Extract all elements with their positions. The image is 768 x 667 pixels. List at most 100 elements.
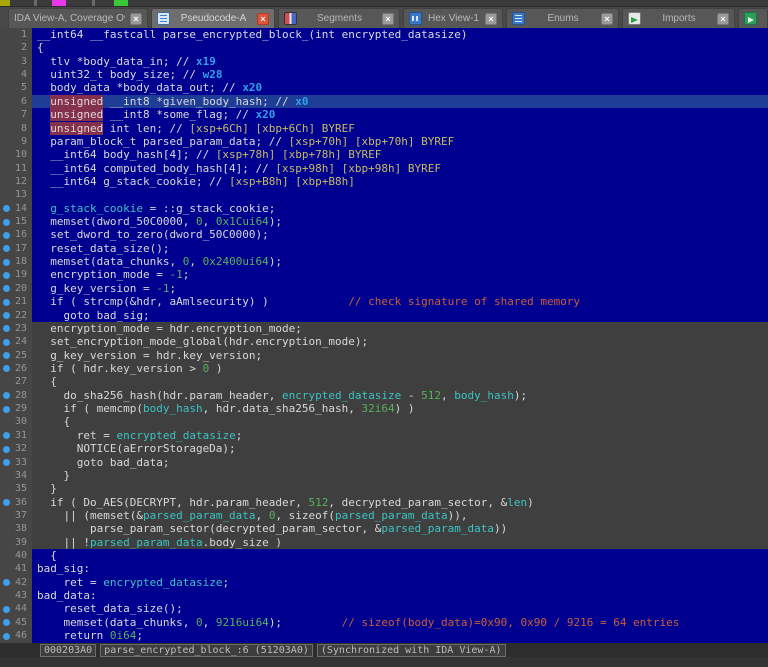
- code-line[interactable]: 40 {: [0, 549, 768, 563]
- code-text[interactable]: param_block_t parsed_param_data; // [xsp…: [32, 134, 768, 149]
- code-line[interactable]: 38 parse_param_sector(decrypted_param_se…: [0, 522, 768, 536]
- code-text[interactable]: __int64 __fastcall parse_encrypted_block…: [32, 28, 768, 42]
- code-line[interactable]: 10 __int64 body_hash[4]; // [xsp+78h] [x…: [0, 148, 768, 162]
- code-line[interactable]: 23 encryption_mode = hdr.encryption_mode…: [0, 321, 768, 336]
- code-line[interactable]: 45 memset(data_chunks, 0, 9216ui64); // …: [0, 615, 768, 630]
- code-line[interactable]: 41 bad_sig:: [0, 562, 768, 576]
- code-line[interactable]: 16 set_dword_to_zero(dword_50C0000);: [0, 228, 768, 242]
- code-text[interactable]: goto bad_sig;: [32, 308, 768, 322]
- code-text[interactable]: memset(data_chunks, 0, 0x2400ui64);: [32, 255, 768, 269]
- code-text[interactable]: tlv *body_data_in; // x19: [32, 54, 768, 69]
- code-text[interactable]: if ( hdr.key_version > 0 ): [32, 361, 768, 376]
- navband-segment-olive[interactable]: [0, 0, 10, 6]
- code-line[interactable]: 28 do_sha256_hash(hdr.param_header, encr…: [0, 388, 768, 403]
- tab-partial[interactable]: [738, 8, 768, 28]
- code-text[interactable]: bad_data:: [32, 589, 768, 603]
- code-line[interactable]: 27 {: [0, 375, 768, 389]
- code-line[interactable]: 24 set_encryption_mode_global(hdr.encryp…: [0, 335, 768, 349]
- code-text[interactable]: || !parsed_param_data.body_size ): [32, 535, 768, 550]
- code-line[interactable]: 9 param_block_t parsed_param_data; // [x…: [0, 134, 768, 149]
- code-line[interactable]: 30 {: [0, 415, 768, 429]
- code-line[interactable]: 8 unsigned int len; // [xsp+6Ch] [xbp+6C…: [0, 121, 768, 135]
- code-line[interactable]: 5 body_data *body_data_out; // x20: [0, 81, 768, 95]
- code-text[interactable]: return 0i64;: [32, 629, 768, 643]
- tab-hex-view-1[interactable]: Hex View-1 ×: [403, 8, 503, 28]
- code-text[interactable]: ret = encrypted_datasize;: [32, 428, 768, 443]
- code-text[interactable]: if ( memcmp(body_hash, hdr.data_sha256_h…: [32, 402, 768, 416]
- code-text[interactable]: body_data *body_data_out; // x20: [32, 81, 768, 95]
- code-line[interactable]: 39 || !parsed_param_data.body_size ): [0, 535, 768, 550]
- code-text[interactable]: set_dword_to_zero(dword_50C0000);: [32, 228, 768, 242]
- code-line[interactable]: 26 if ( hdr.key_version > 0 ): [0, 361, 768, 376]
- tab-imports[interactable]: Imports ×: [622, 8, 735, 28]
- code-line[interactable]: 42 ret = encrypted_datasize;: [0, 575, 768, 590]
- code-text[interactable]: {: [32, 415, 768, 429]
- code-text[interactable]: bad_sig:: [32, 562, 768, 576]
- tab-close-button[interactable]: ×: [382, 12, 394, 25]
- code-line[interactable]: 33 goto bad_data;: [0, 455, 768, 469]
- code-line[interactable]: 29 if ( memcmp(body_hash, hdr.data_sha25…: [0, 402, 768, 416]
- nav-band[interactable]: [0, 0, 768, 7]
- code-line[interactable]: 17 reset_data_size();: [0, 241, 768, 256]
- navband-segment-magenta[interactable]: [52, 0, 66, 6]
- code-text[interactable]: if ( Do_AES(DECRYPT, hdr.param_header, 5…: [32, 495, 768, 509]
- tab-close-button[interactable]: ×: [601, 12, 613, 25]
- code-text[interactable]: g_key_version = hdr.key_version;: [32, 348, 768, 362]
- code-line[interactable]: 34 }: [0, 468, 768, 483]
- tab-close-button[interactable]: ×: [485, 12, 497, 25]
- code-line[interactable]: 15 memset(dword_50C0000, 0, 0x1Cui64);: [0, 215, 768, 229]
- code-line[interactable]: 25 g_key_version = hdr.key_version;: [0, 348, 768, 362]
- code-line[interactable]: 31 ret = encrypted_datasize;: [0, 428, 768, 443]
- code-text[interactable]: || (memset(&parsed_param_data, 0, sizeof…: [32, 508, 768, 523]
- code-line[interactable]: 36 if ( Do_AES(DECRYPT, hdr.param_header…: [0, 495, 768, 509]
- code-text[interactable]: reset_data_size();: [32, 241, 768, 256]
- code-text[interactable]: }: [32, 482, 768, 496]
- code-line[interactable]: 12 __int64 g_stack_cookie; // [xsp+B8h] …: [0, 174, 768, 189]
- code-text[interactable]: {: [32, 41, 768, 55]
- code-line[interactable]: 6 unsigned __int8 *given_body_hash; // x…: [0, 94, 768, 109]
- code-text[interactable]: {: [32, 549, 768, 563]
- code-line[interactable]: 13: [0, 188, 768, 202]
- tab-enums[interactable]: Enums ×: [506, 8, 619, 28]
- code-line[interactable]: 2{: [0, 41, 768, 55]
- code-text[interactable]: __int64 computed_body_hash[4]; // [xsp+9…: [32, 161, 768, 175]
- code-line[interactable]: 7 unsigned __int8 *some_flag; // x20: [0, 108, 768, 122]
- code-text[interactable]: memset(dword_50C0000, 0, 0x1Cui64);: [32, 215, 768, 229]
- code-line[interactable]: 3 tlv *body_data_in; // x19: [0, 54, 768, 69]
- tab-close-button[interactable]: ×: [257, 12, 269, 25]
- code-text[interactable]: parse_param_sector(decrypted_param_secto…: [32, 522, 768, 536]
- code-text[interactable]: NOTICE(aErrorStorageDa);: [32, 442, 768, 456]
- tab-segments[interactable]: Segments ×: [278, 8, 400, 28]
- code-line[interactable]: 21 if ( strcmp(&hdr, aAmlsecurity) ) // …: [0, 295, 768, 309]
- navband-tick-1[interactable]: [34, 0, 37, 6]
- code-text[interactable]: if ( strcmp(&hdr, aAmlsecurity) ) // che…: [32, 295, 768, 309]
- code-text[interactable]: __int64 g_stack_cookie; // [xsp+B8h] [xb…: [32, 174, 768, 189]
- tab-pseudocode-a[interactable]: Pseudocode-A ×: [151, 8, 275, 28]
- code-text[interactable]: set_encryption_mode_global(hdr.encryptio…: [32, 335, 768, 349]
- code-text[interactable]: g_key_version = -1;: [32, 281, 768, 296]
- code-text[interactable]: unsigned int len; // [xsp+6Ch] [xbp+6Ch]…: [32, 121, 768, 135]
- code-text[interactable]: __int64 body_hash[4]; // [xsp+78h] [xbp+…: [32, 148, 768, 162]
- code-line[interactable]: 1 __int64 __fastcall parse_encrypted_bloc…: [0, 28, 768, 42]
- code-line[interactable]: 4 uint32_t body_size; // w28: [0, 68, 768, 82]
- code-text[interactable]: unsigned __int8 *given_body_hash; // x0: [32, 94, 768, 109]
- code-line[interactable]: 44 reset_data_size();: [0, 602, 768, 616]
- code-line[interactable]: 19 encryption_mode = -1;: [0, 268, 768, 282]
- code-line[interactable]: 43 bad_data:: [0, 589, 768, 603]
- code-text[interactable]: memset(data_chunks, 0, 9216ui64); // siz…: [32, 615, 768, 630]
- code-line[interactable]: 32 NOTICE(aErrorStorageDa);: [0, 442, 768, 456]
- code-line[interactable]: 11 __int64 computed_body_hash[4]; // [xs…: [0, 161, 768, 175]
- code-text[interactable]: {: [32, 375, 768, 389]
- code-text[interactable]: do_sha256_hash(hdr.param_header, encrypt…: [32, 388, 768, 403]
- code-text[interactable]: goto bad_data;: [32, 455, 768, 469]
- code-text[interactable]: reset_data_size();: [32, 602, 768, 616]
- tab-close-button[interactable]: ×: [130, 12, 142, 25]
- navband-tick-2[interactable]: [92, 0, 95, 6]
- navband-segment-green[interactable]: [114, 0, 128, 6]
- code-line[interactable]: 22 goto bad_sig;: [0, 308, 768, 322]
- code-text[interactable]: encryption_mode = -1;: [32, 268, 768, 282]
- tab-close-button[interactable]: ×: [717, 12, 729, 25]
- code-text[interactable]: [32, 188, 768, 202]
- code-line[interactable]: 20 g_key_version = -1;: [0, 281, 768, 296]
- code-text[interactable]: encryption_mode = hdr.encryption_mode;: [32, 321, 768, 336]
